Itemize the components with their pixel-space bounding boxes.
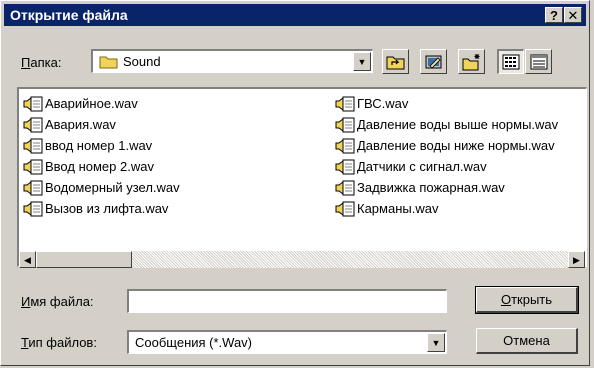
open-button[interactable]: Открыть <box>475 286 579 314</box>
filename-label-accesskey: И <box>21 294 31 309</box>
title-bar[interactable]: Открытие файла ? ✕ <box>4 4 586 26</box>
file-name: ввод номер 1.wav <box>45 138 153 153</box>
folder-label: Папка: <box>21 55 61 70</box>
up-folder-icon <box>386 56 404 69</box>
wav-file-icon <box>335 159 355 174</box>
wav-file-icon <box>23 117 43 132</box>
file-list-item[interactable]: Задвижка пожарная.wav <box>335 177 558 198</box>
file-name: Датчики с сигнал.wav <box>357 159 487 174</box>
scroll-right-button[interactable]: ▶ <box>568 251 585 268</box>
file-list[interactable]: Аварийное.wav Авария.wav ввод номер 1.wav В… <box>17 87 587 267</box>
file-list-item[interactable]: Ввод номер 2.wav <box>23 156 180 177</box>
open-button-accesskey: О <box>500 292 512 307</box>
file-list-column-1: Аварийное.wav Авария.wav ввод номер 1.wav В… <box>23 93 180 219</box>
file-name: Карманы.wav <box>357 201 439 216</box>
wav-file-icon <box>335 201 355 216</box>
folder-icon <box>99 56 118 69</box>
file-list-item[interactable]: Давление воды выше нормы.wav <box>335 114 558 135</box>
cancel-button[interactable]: Отмена <box>476 328 578 354</box>
open-button-label: ткрыть <box>511 292 553 307</box>
wav-file-icon <box>23 96 43 111</box>
wav-file-icon <box>335 180 355 195</box>
wav-file-icon <box>23 159 43 174</box>
open-file-dialog: Открытие файла ? ✕ Папка: Sound ▼ Аварий… <box>0 0 590 366</box>
filetype-dropdown-button[interactable]: ▼ <box>427 333 445 352</box>
file-name: Вызов из лифта.wav <box>45 201 169 216</box>
folder-combo-content: Sound <box>99 54 161 69</box>
file-list-item[interactable]: Вызов из лифта.wav <box>23 198 180 219</box>
wav-file-icon <box>23 201 43 216</box>
help-button[interactable]: ? <box>545 7 563 23</box>
file-name: Водомерный узел.wav <box>45 180 180 195</box>
folder-label-accesskey: П <box>21 55 31 70</box>
up-folder-button[interactable] <box>382 49 409 74</box>
scroll-thumb[interactable] <box>36 251 132 268</box>
file-list-item[interactable]: Давление воды ниже нормы.wav <box>335 135 558 156</box>
details-view-button[interactable] <box>525 49 552 74</box>
filename-input[interactable] <box>127 289 447 313</box>
file-name: Задвижка пожарная.wav <box>357 180 505 195</box>
filetype-combo[interactable]: Сообщения (*.Wav) ▼ <box>127 330 447 354</box>
filetype-value: Сообщения (*.Wav) <box>135 335 253 350</box>
folder-label-text: апка: <box>30 55 62 70</box>
file-list-item[interactable]: Аварийное.wav <box>23 93 180 114</box>
horizontal-scrollbar[interactable]: ◀ ▶ <box>19 251 585 268</box>
dialog-title: Открытие файла <box>10 7 128 23</box>
new-folder-button[interactable] <box>458 49 485 74</box>
file-list-item[interactable]: ввод номер 1.wav <box>23 135 180 156</box>
file-list-item[interactable]: Карманы.wav <box>335 198 558 219</box>
list-view-button[interactable] <box>497 49 524 74</box>
file-name: Аварийное.wav <box>45 96 138 111</box>
file-list-item[interactable]: Водомерный узел.wav <box>23 177 180 198</box>
folder-dropdown-button[interactable]: ▼ <box>353 52 371 71</box>
wav-file-icon <box>335 138 355 153</box>
file-list-item[interactable]: ГВС.wav <box>335 93 558 114</box>
close-button[interactable]: ✕ <box>564 7 582 23</box>
folder-combo[interactable]: Sound ▼ <box>91 49 373 73</box>
wav-file-icon <box>23 138 43 153</box>
wav-file-icon <box>335 117 355 132</box>
details-view-icon <box>530 54 547 69</box>
file-list-item[interactable]: Авария.wav <box>23 114 180 135</box>
filename-label: Имя файла: <box>21 294 94 309</box>
filetype-label: Тип файлов: <box>21 335 97 350</box>
wav-file-icon <box>23 180 43 195</box>
desktop-button[interactable] <box>420 49 447 74</box>
desktop-icon <box>425 55 441 69</box>
file-name: Давление воды ниже нормы.wav <box>357 138 555 153</box>
new-folder-icon <box>462 53 479 70</box>
file-list-column-2: ГВС.wav Давление воды выше нормы.wav Давле… <box>335 93 558 219</box>
filename-label-text: мя файла: <box>30 294 94 309</box>
file-name: Ввод номер 2.wav <box>45 159 154 174</box>
file-name: Давление воды выше нормы.wav <box>357 117 559 132</box>
file-list-item[interactable]: Датчики с сигнал.wav <box>335 156 558 177</box>
folder-value: Sound <box>123 54 161 69</box>
scroll-left-button[interactable]: ◀ <box>19 251 36 268</box>
list-view-icon <box>502 54 520 70</box>
wav-file-icon <box>335 96 355 111</box>
file-name: ГВС.wav <box>357 96 409 111</box>
filetype-label-text: ип файлов: <box>28 335 97 350</box>
file-name: Авария.wav <box>45 117 116 132</box>
